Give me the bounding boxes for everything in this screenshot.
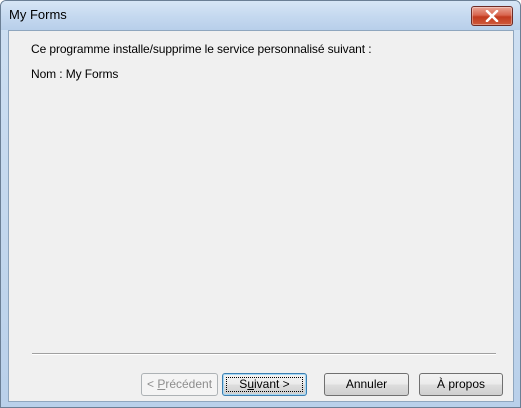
previous-button[interactable]: < Précédent: [141, 373, 218, 396]
previous-label-prefix: <: [146, 377, 158, 391]
about-button[interactable]: À propos: [419, 373, 503, 396]
title-bar[interactable]: My Forms: [1, 1, 520, 30]
previous-label-suffix: récédent: [165, 377, 213, 391]
dialog-body: Ce programme installe/supprime le servic…: [8, 30, 514, 402]
next-button[interactable]: Suivant >: [222, 373, 307, 396]
intro-text: Ce programme installe/supprime le servic…: [31, 42, 372, 56]
window-title: My Forms: [9, 7, 67, 22]
focus-ring: [226, 377, 303, 392]
close-button[interactable]: [471, 6, 513, 26]
service-name-text: Nom : My Forms: [31, 67, 119, 81]
close-icon: [485, 10, 499, 22]
dialog-window: My Forms Ce programme installe/supprime …: [0, 0, 521, 408]
separator: [32, 353, 496, 355]
cancel-button[interactable]: Annuler: [324, 373, 409, 396]
